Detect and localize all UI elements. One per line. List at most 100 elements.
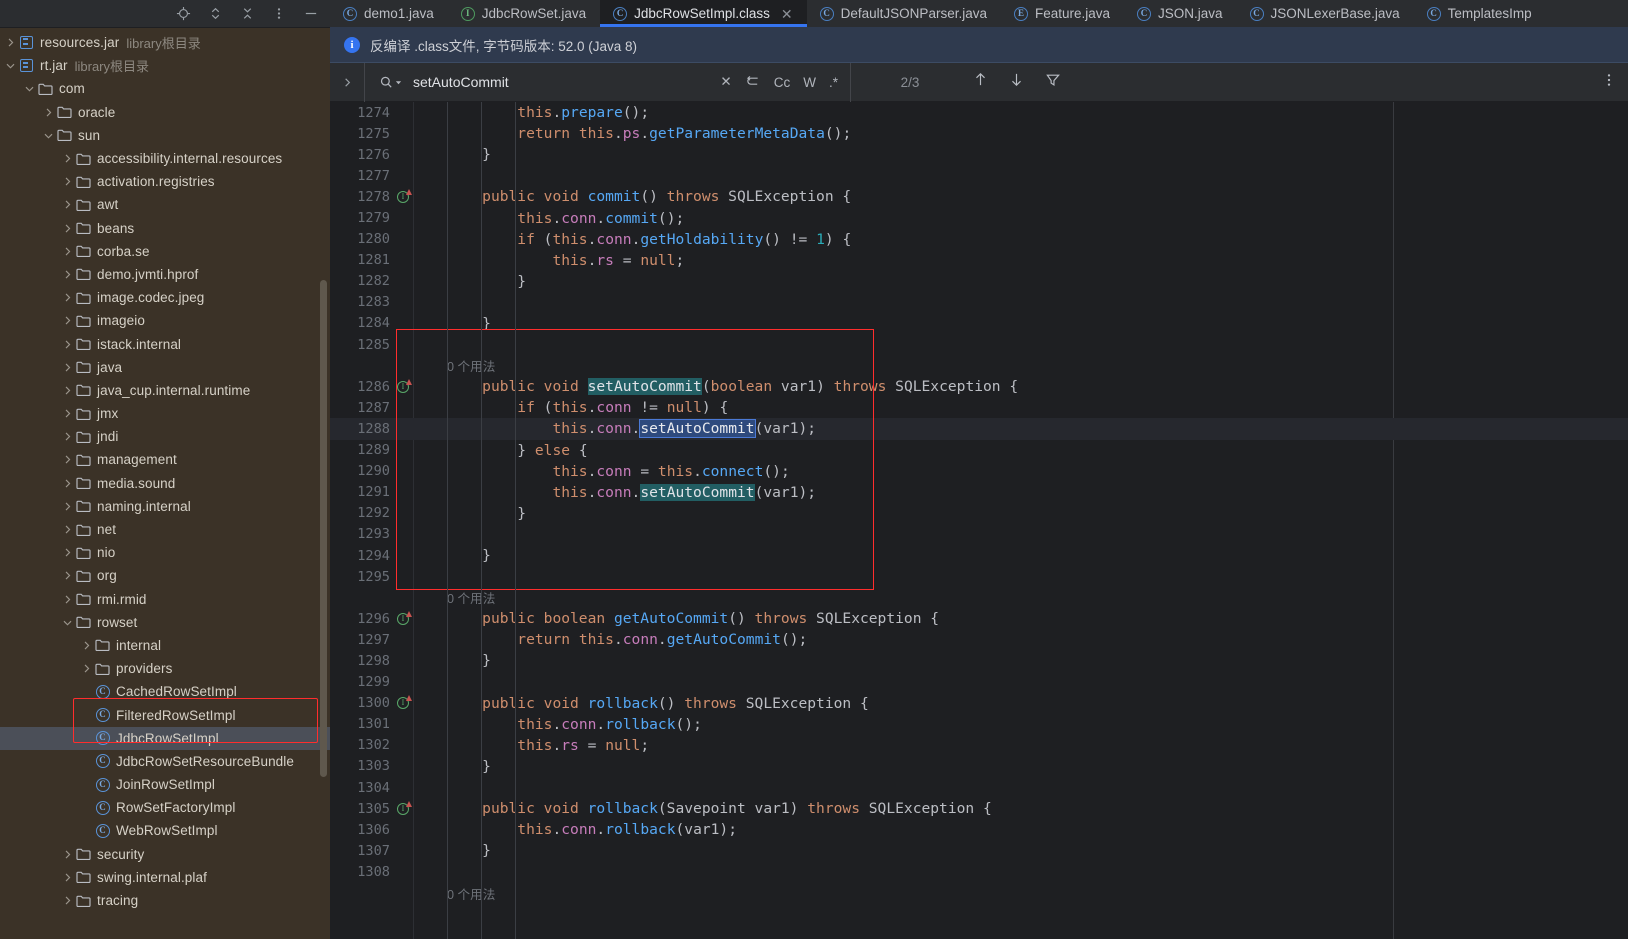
code-line-1300[interactable]: 1300 I public void rollback() throws SQLE… — [330, 693, 1628, 714]
gutter-marker[interactable]: I — [392, 800, 414, 815]
code-line-1282[interactable]: 1282 } — [330, 271, 1628, 292]
tab-defaultjsonparser-java[interactable]: C DefaultJSONParser.java — [807, 0, 1001, 27]
tree-item-resources-jar[interactable]: resources.jar library根目录 — [0, 31, 330, 54]
locate-icon[interactable] — [174, 5, 192, 23]
clear-search-button[interactable]: ✕ — [720, 74, 731, 90]
tree-item-awt[interactable]: awt — [0, 193, 330, 216]
code-line-1274[interactable]: 1274 this.prepare(); — [330, 102, 1628, 123]
tree-item-demo-jvmti-hprof[interactable]: demo.jvmti.hprof — [0, 263, 330, 286]
code-line-1277[interactable]: 1277 — [330, 165, 1628, 186]
code-line-1308[interactable]: 1308 — [330, 861, 1628, 882]
tree-item-beans[interactable]: beans — [0, 217, 330, 240]
preserve-case-icon[interactable] — [745, 74, 761, 91]
code-line-1288[interactable]: 1288 this.conn.setAutoCommit(var1); — [330, 418, 1628, 440]
arrow-up-icon[interactable] — [973, 71, 988, 93]
tab-jdbcrowset-java[interactable]: I JdbcRowSet.java — [448, 0, 600, 27]
code-line-1276[interactable]: 1276 } — [330, 144, 1628, 165]
code-line-1304[interactable]: 1304 — [330, 777, 1628, 798]
arrow-down-icon[interactable] — [1009, 71, 1024, 93]
tree-item-swing-internal-plaf[interactable]: swing.internal.plaf — [0, 866, 330, 889]
tree-item-management[interactable]: management — [0, 448, 330, 471]
code-line-1298[interactable]: 1298 } — [330, 650, 1628, 671]
overriding-method-icon[interactable]: I — [397, 188, 412, 203]
chevron-right-icon[interactable] — [59, 220, 75, 236]
code-line-1296[interactable]: 1296 I public boolean getAutoCommit() thr… — [330, 608, 1628, 629]
tab-json-java[interactable]: C JSON.java — [1124, 0, 1237, 27]
chevron-right-icon[interactable] — [59, 568, 75, 584]
search-input[interactable]: setAutoCommit ✕ Cc W .* — [364, 62, 851, 102]
code-line-1289[interactable]: 1289 } else { — [330, 440, 1628, 461]
tree-item-joinrowsetimpl[interactable]: C JoinRowSetImpl — [0, 773, 330, 796]
tree-item-jndi[interactable]: jndi — [0, 425, 330, 448]
tree-item-corba-se[interactable]: corba.se — [0, 240, 330, 263]
code-line-1292[interactable]: 1292 } — [330, 503, 1628, 524]
chevron-right-icon[interactable] — [59, 893, 75, 909]
usages-hint[interactable]: 0 个用法 — [414, 588, 495, 607]
tab-feature-java[interactable]: E Feature.java — [1001, 0, 1124, 27]
chevron-right-icon[interactable] — [59, 151, 75, 167]
chevron-right-icon[interactable] — [59, 290, 75, 306]
code-line-1307[interactable]: 1307 } — [330, 840, 1628, 861]
regex-toggle[interactable]: .* — [829, 75, 838, 90]
code-hint-line[interactable]: 0 个用法 — [330, 355, 1628, 376]
tree-item-webrowsetimpl[interactable]: C WebRowSetImpl — [0, 819, 330, 842]
tree-item-rowsetfactoryimpl[interactable]: C RowSetFactoryImpl — [0, 796, 330, 819]
tree-item-oracle[interactable]: oracle — [0, 101, 330, 124]
chevron-right-icon[interactable] — [2, 35, 18, 51]
filter-icon[interactable] — [1045, 72, 1061, 93]
code-line-1275[interactable]: 1275 return this.ps.getParameterMetaData… — [330, 123, 1628, 144]
code-line-1302[interactable]: 1302 this.rs = null; — [330, 735, 1628, 756]
chevron-right-icon[interactable] — [59, 266, 75, 282]
chevron-right-icon[interactable] — [59, 359, 75, 375]
code-line-1286[interactable]: 1286 I public void setAutoCommit(boolean … — [330, 376, 1628, 397]
overriding-method-icon[interactable]: I — [397, 610, 412, 625]
code-line-1290[interactable]: 1290 this.conn = this.connect(); — [330, 461, 1628, 482]
tree-item-jdbcrowsetimpl[interactable]: C JdbcRowSetImpl — [0, 726, 330, 750]
tree-item-org[interactable]: org — [0, 564, 330, 587]
tree-item-cachedrowsetimpl[interactable]: C CachedRowSetImpl — [0, 680, 330, 703]
code-line-1299[interactable]: 1299 — [330, 672, 1628, 693]
chevron-right-icon[interactable] — [59, 869, 75, 885]
tree-item-naming-internal[interactable]: naming.internal — [0, 495, 330, 518]
chevron-right-icon[interactable] — [59, 336, 75, 352]
collapse-all-icon[interactable] — [238, 5, 256, 23]
chevron-right-icon[interactable] — [78, 661, 94, 677]
code-hint-line[interactable]: 0 个用法 — [330, 882, 1628, 903]
tab-jdbcrowsetimpl-class[interactable]: C JdbcRowSetImpl.class ✕ — [600, 0, 807, 27]
tree-item-media-sound[interactable]: media.sound — [0, 472, 330, 495]
tree-scrollbar[interactable] — [320, 280, 327, 777]
tree-item-java[interactable]: java — [0, 356, 330, 379]
tree-item-activation-registries[interactable]: activation.registries — [0, 170, 330, 193]
code-line-1303[interactable]: 1303 } — [330, 756, 1628, 777]
overriding-method-icon[interactable]: I — [397, 378, 412, 393]
tab-templatesimp[interactable]: C TemplatesImp — [1414, 0, 1546, 27]
code-line-1285[interactable]: 1285 — [330, 334, 1628, 355]
more-options-icon[interactable] — [270, 5, 288, 23]
code-line-1291[interactable]: 1291 this.conn.setAutoCommit(var1); — [330, 482, 1628, 503]
chevron-right-icon[interactable] — [59, 243, 75, 259]
tab-demo1-java[interactable]: Cdemo1.java — [330, 0, 448, 27]
tree-item-istack-internal[interactable]: istack.internal — [0, 332, 330, 355]
code-line-1297[interactable]: 1297 return this.conn.getAutoCommit(); — [330, 629, 1628, 650]
chevron-right-icon[interactable] — [59, 429, 75, 445]
tree-item-imageio[interactable]: imageio — [0, 309, 330, 332]
more-vertical-icon[interactable] — [1607, 72, 1611, 93]
tree-item-internal[interactable]: internal — [0, 634, 330, 657]
code-line-1278[interactable]: 1278 I public void commit() throws SQLExc… — [330, 186, 1628, 207]
tree-item-image-codec-jpeg[interactable]: image.codec.jpeg — [0, 286, 330, 309]
chevron-right-icon[interactable] — [59, 313, 75, 329]
chevron-down-icon[interactable] — [59, 614, 75, 630]
tree-item-accessibility-internal-resources[interactable]: accessibility.internal.resources — [0, 147, 330, 170]
tree-item-providers[interactable]: providers — [0, 657, 330, 680]
code-line-1283[interactable]: 1283 — [330, 292, 1628, 313]
usages-hint[interactable]: 0 个用法 — [414, 884, 495, 903]
chevron-right-icon[interactable] — [59, 452, 75, 468]
code-line-1301[interactable]: 1301 this.conn.rollback(); — [330, 714, 1628, 735]
search-input-value[interactable]: setAutoCommit — [413, 74, 720, 90]
editor-tab-bar[interactable]: Cdemo1.java I JdbcRowSet.java C JdbcRowSetIm… — [330, 0, 1628, 27]
tree-item-java-cup-internal-runtime[interactable]: java_cup.internal.runtime — [0, 379, 330, 402]
code-line-1293[interactable]: 1293 — [330, 524, 1628, 545]
chevron-right-icon[interactable] — [59, 522, 75, 538]
code-line-1280[interactable]: 1280 if (this.conn.getHoldability() != 1… — [330, 229, 1628, 250]
tree-item-tracing[interactable]: tracing — [0, 889, 330, 912]
